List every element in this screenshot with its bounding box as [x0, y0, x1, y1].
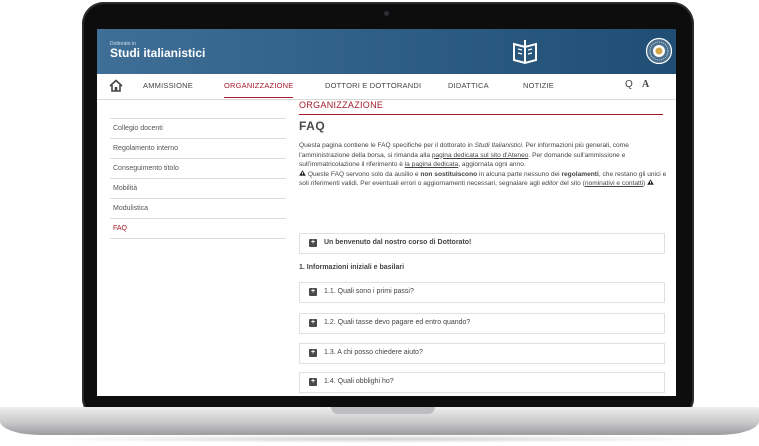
sidebar-item-collegio-docenti[interactable]: Collegio docenti — [110, 118, 286, 139]
browser-screen: Dottorato in Studi italianistici AMMISSI… — [97, 29, 676, 396]
accordion-label: 1.2. Quali tasse devo pagare ed entro qu… — [324, 319, 471, 326]
university-seal-icon[interactable] — [644, 36, 674, 66]
section-divider — [299, 114, 663, 115]
accordion-faq-1-3[interactable]: + 1.3. A chi posso chiedere aiuto? — [299, 343, 665, 364]
plus-square-icon: + — [309, 378, 317, 386]
intro-paragraph-1: Questa pagina contiene le FAQ specifiche… — [299, 141, 667, 170]
section-heading: ORGANIZZAZIONE — [299, 100, 384, 110]
accordion-faq-1-1[interactable]: + 1.1. Quali sono i primi passi? — [299, 282, 665, 303]
plus-square-icon: + — [309, 288, 317, 296]
faq-group-heading: 1. Informazioni iniziali e basilari — [299, 264, 405, 271]
book-logo-icon[interactable] — [510, 37, 540, 65]
ateneo-page-link[interactable]: pagina dedicata sul sito d'Ateneo — [432, 152, 529, 159]
sidebar-item-modulistica[interactable]: Modulistica — [110, 199, 286, 219]
intro-text-segment: del sito ( — [558, 180, 585, 188]
intro-bold: non sostituiscono — [420, 170, 478, 178]
plus-square-icon: + — [309, 319, 317, 327]
accordion-label: 1.3. A chi posso chiedere aiuto? — [324, 349, 423, 356]
warning-icon — [647, 179, 655, 186]
accordion-label: 1.4. Quali obblighi ho? — [324, 378, 394, 385]
admission-page-link[interactable]: la pagina dedicata — [405, 161, 459, 168]
intro-text-segment: in alcuna parte nessuno dei — [477, 170, 562, 178]
intro-bold: regolamenti — [561, 170, 599, 178]
nav-dottori-e-dottorandi[interactable]: DOTTORI E DOTTORANDI — [325, 81, 421, 90]
laptop-shadow — [30, 435, 729, 443]
accordion-faq-1-4[interactable]: + 1.4. Quali obblighi ho? — [299, 372, 665, 393]
accordion-label: 1.1. Quali sono i primi passi? — [324, 288, 414, 295]
nav-didattica[interactable]: DIDATTICA — [448, 81, 489, 90]
sidebar-item-regolamento-interno[interactable]: Regolamento interno — [110, 139, 286, 159]
sidebar-item-mobilita[interactable]: Mobilità — [110, 179, 286, 199]
accordion-welcome[interactable]: + Un benvenuto dal nostro corso di Dotto… — [299, 233, 665, 254]
search-icon[interactable]: Q — [625, 79, 633, 90]
sidebar-item-faq[interactable]: FAQ — [110, 219, 286, 239]
intro-emphasis: Studi Italianistici — [474, 142, 522, 149]
intro-text-segment: Queste FAQ servono solo da ausilio e — [306, 170, 421, 178]
home-icon[interactable] — [109, 79, 123, 92]
warning-icon — [299, 169, 306, 176]
site-title[interactable]: Studi italianistici — [110, 46, 205, 60]
intro-text-segment: Questa pagina contiene le FAQ specifiche… — [299, 142, 475, 149]
plus-square-icon: + — [309, 349, 317, 357]
page-title: FAQ — [299, 119, 326, 133]
nav-ammissione[interactable]: AMMISSIONE — [143, 81, 193, 90]
sidebar-menu: Collegio docenti Regolamento interno Con… — [110, 118, 286, 239]
nav-notizie[interactable]: NOTIZIE — [523, 81, 554, 90]
main-navigation: AMMISSIONE ORGANIZZAZIONE DOTTORI E DOTT… — [97, 74, 676, 100]
intro-paragraph-2: Queste FAQ servono solo da ausilio e non… — [299, 169, 667, 189]
accordion-label: Un benvenuto dal nostro corso di Dottora… — [324, 239, 472, 246]
intro-text-segment: , aggiornata ogni anno. — [458, 161, 526, 169]
plus-square-icon: + — [309, 239, 317, 247]
editors-contact-link[interactable]: nominativi e contatti — [585, 180, 643, 187]
sidebar-item-conseguimento-titolo[interactable]: Conseguimento titolo — [110, 159, 286, 179]
webcam-dot — [384, 11, 389, 16]
laptop-notch — [331, 407, 435, 414]
font-size-icon[interactable]: A — [642, 79, 649, 90]
site-header: Dottorato in Studi italianistici — [97, 29, 676, 74]
intro-emphasis: editor — [541, 180, 559, 188]
intro-text: Questa pagina contiene le FAQ specifiche… — [299, 141, 667, 189]
accordion-faq-1-2[interactable]: + 1.2. Quali tasse devo pagare ed entro … — [299, 313, 665, 334]
nav-organizzazione[interactable]: ORGANIZZAZIONE — [224, 81, 294, 98]
